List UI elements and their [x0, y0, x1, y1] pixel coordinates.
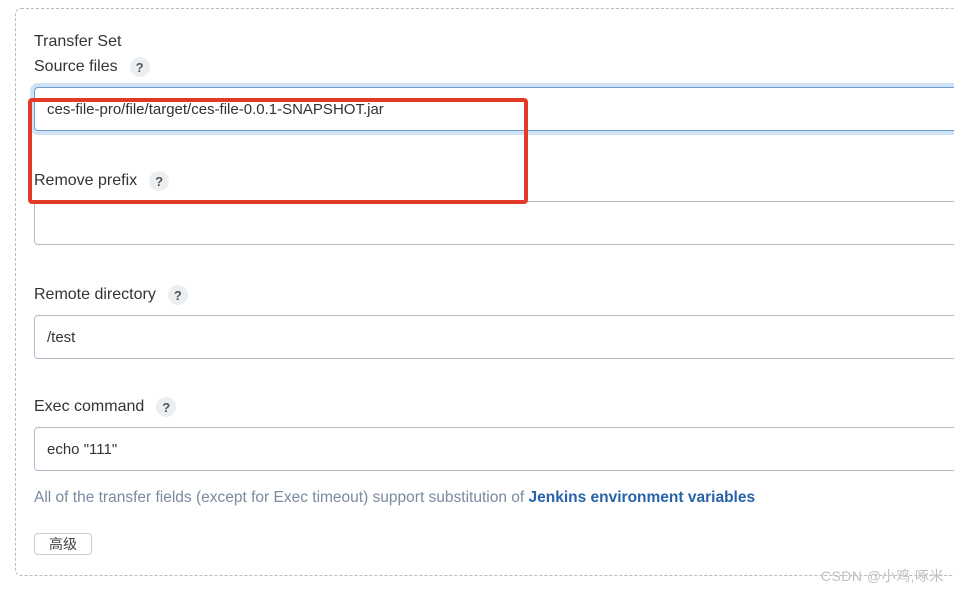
exec-command-label: Exec command: [34, 398, 144, 416]
advanced-button[interactable]: 高级: [34, 533, 92, 555]
exec-command-input[interactable]: [34, 427, 954, 471]
field-remote-directory: Remote directory ?: [34, 285, 954, 359]
help-icon[interactable]: ?: [149, 171, 169, 191]
section-title: Transfer Set: [34, 33, 954, 51]
watermark-text: CSDN @小鸡,啄米: [821, 566, 944, 586]
remote-directory-input[interactable]: [34, 315, 954, 359]
help-icon[interactable]: ?: [156, 397, 176, 417]
field-remove-prefix: Remove prefix ?: [34, 171, 954, 245]
source-files-label: Source files: [34, 58, 118, 76]
remove-prefix-input[interactable]: [34, 201, 954, 245]
field-exec-command: Exec command ?: [34, 397, 954, 471]
hint-prefix: All of the transfer fields (except for E…: [34, 489, 529, 506]
remove-prefix-label: Remove prefix: [34, 172, 137, 190]
remote-directory-label: Remote directory: [34, 286, 156, 304]
transfer-set-panel: Transfer Set Source files ? Remove prefi…: [15, 8, 954, 576]
hint-text: All of the transfer fields (except for E…: [34, 489, 954, 507]
source-files-input[interactable]: [34, 87, 954, 131]
help-icon[interactable]: ?: [130, 57, 150, 77]
help-icon[interactable]: ?: [168, 285, 188, 305]
env-vars-link[interactable]: Jenkins environment variables: [529, 489, 756, 506]
field-source-files: Source files ?: [34, 57, 954, 131]
